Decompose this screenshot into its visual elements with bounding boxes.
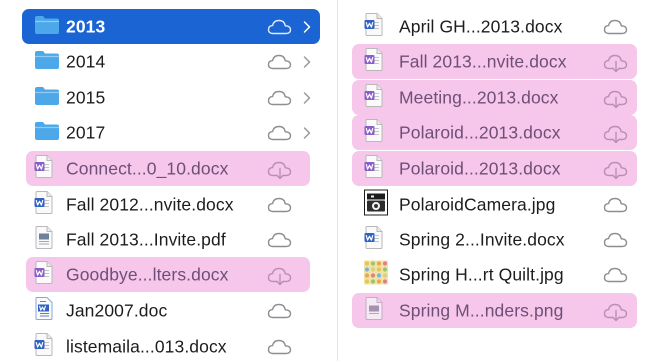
icloud-download-icon[interactable]	[601, 87, 631, 109]
file-name: Fall 2012...nvite.docx	[66, 194, 234, 214]
word-document-icon	[364, 47, 384, 76]
icloud-icon	[265, 229, 295, 251]
folder-icon	[34, 14, 60, 40]
chevron-right-icon	[302, 126, 312, 140]
file-row[interactable]: PolaroidCamera.jpg	[352, 187, 637, 222]
file-row[interactable]: Spring H...rt Quilt.jpg	[352, 257, 637, 292]
chevron-right-icon	[302, 91, 312, 105]
icloud-download-icon[interactable]	[601, 51, 631, 73]
word-document-icon	[34, 190, 54, 219]
file-name: Meeting...2013.docx	[399, 87, 559, 107]
file-row[interactable]: 2014	[22, 44, 320, 79]
file-row[interactable]: Fall 2013...Invite.pdf	[22, 222, 320, 257]
camera-thumbnail-icon	[364, 189, 388, 220]
file-name: Jan2007.doc	[66, 300, 168, 320]
word-document-icon	[34, 296, 54, 325]
word-document-icon	[34, 154, 54, 183]
icloud-download-icon[interactable]	[265, 158, 295, 180]
file-name: Fall 2013...Invite.pdf	[66, 229, 226, 249]
icloud-icon	[265, 194, 295, 216]
file-row[interactable]: Polaroid...2013.docx	[352, 115, 637, 150]
icloud-icon	[265, 87, 295, 109]
file-name: 2014	[66, 51, 106, 71]
icloud-download-icon[interactable]	[265, 264, 295, 286]
file-row[interactable]: 2013	[22, 9, 320, 44]
file-name: PolaroidCamera.jpg	[399, 194, 556, 214]
file-name: 2013	[66, 16, 106, 36]
file-name: Goodbye...lters.docx	[66, 264, 229, 284]
folder-icon	[34, 85, 60, 111]
icloud-icon	[601, 229, 631, 251]
finder-column-2013-parent[interactable]: 2013 2014 2015 2017 Connect...0_10.docx Fall …	[0, 0, 337, 361]
file-name: Spring M...nders.png	[399, 300, 564, 320]
file-name: Fall 2013...nvite.docx	[399, 51, 567, 71]
icloud-icon	[265, 16, 295, 38]
icloud-icon	[601, 264, 631, 286]
folder-icon	[34, 49, 60, 75]
file-name: Spring 2...Invite.docx	[399, 229, 565, 249]
file-row[interactable]: April GH...2013.docx	[352, 9, 637, 44]
file-row[interactable]: Spring M...nders.png	[352, 293, 637, 328]
quilt-thumbnail-icon	[364, 260, 388, 289]
word-document-icon	[364, 154, 384, 183]
word-document-icon	[364, 118, 384, 147]
file-row[interactable]: 2015	[22, 80, 320, 115]
icloud-icon	[601, 194, 631, 216]
icloud-download-icon[interactable]	[601, 300, 631, 322]
icloud-icon	[265, 336, 295, 358]
chevron-right-icon	[302, 20, 312, 34]
file-row[interactable]: listemaila...013.docx	[22, 329, 320, 361]
file-row[interactable]: Spring 2...Invite.docx	[352, 222, 637, 257]
folder-icon	[34, 120, 60, 146]
file-row[interactable]: Connect...0_10.docx	[26, 151, 310, 186]
word-document-icon	[34, 260, 54, 289]
file-name: listemaila...013.docx	[66, 336, 227, 356]
file-name: Polaroid...2013.docx	[399, 122, 561, 142]
file-row[interactable]: Fall 2013...nvite.docx	[352, 44, 637, 79]
file-name: 2015	[66, 87, 106, 107]
file-name: April GH...2013.docx	[399, 16, 563, 36]
icloud-download-icon[interactable]	[601, 122, 631, 144]
icloud-icon	[601, 16, 631, 38]
file-row[interactable]: 2017	[22, 115, 320, 150]
icloud-icon	[265, 300, 295, 322]
icloud-download-icon[interactable]	[601, 158, 631, 180]
file-name: Polaroid...2013.docx	[399, 158, 561, 178]
finder-column-2013-contents[interactable]: April GH...2013.docx Fall 2013...nvite.do…	[339, 0, 663, 361]
file-row[interactable]: Goodbye...lters.docx	[26, 257, 310, 292]
column-divider[interactable]	[337, 0, 338, 361]
file-name: 2017	[66, 122, 106, 142]
pdf-document-icon	[34, 225, 54, 254]
file-row[interactable]: Fall 2012...nvite.docx	[22, 187, 320, 222]
png-image-icon	[364, 296, 384, 325]
word-document-icon	[364, 12, 384, 41]
file-name: Spring H...rt Quilt.jpg	[399, 264, 564, 284]
word-document-icon	[364, 225, 384, 254]
file-name: Connect...0_10.docx	[66, 158, 229, 178]
file-row[interactable]: Meeting...2013.docx	[352, 80, 637, 115]
word-document-icon	[34, 332, 54, 361]
file-row[interactable]: Polaroid...2013.docx	[352, 151, 637, 186]
chevron-right-icon	[302, 55, 312, 69]
icloud-icon	[265, 51, 295, 73]
icloud-icon	[265, 122, 295, 144]
file-row[interactable]: Jan2007.doc	[22, 293, 320, 328]
word-document-icon	[364, 83, 384, 112]
